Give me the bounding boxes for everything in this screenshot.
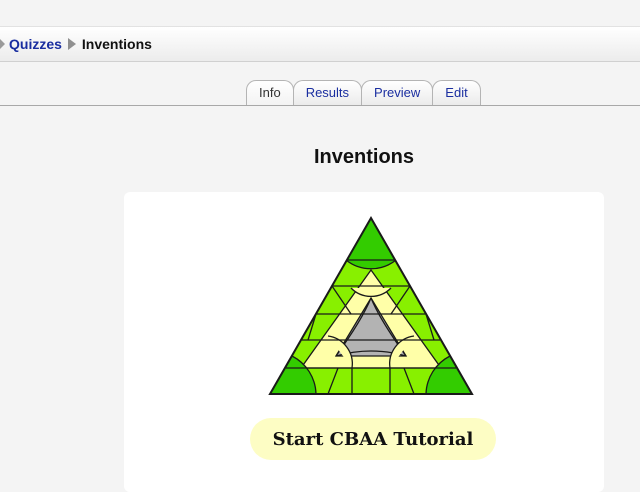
tab-info[interactable]: Info bbox=[246, 80, 294, 105]
breadcrumb-separator-icon bbox=[67, 38, 76, 50]
tab-bar: Info Results Preview Edit bbox=[0, 80, 640, 106]
triangle-logo-icon bbox=[268, 216, 474, 395]
start-tutorial-button[interactable]: Start CBAA Tutorial bbox=[250, 418, 496, 460]
navigation-bar: Quizzes Inventions bbox=[0, 26, 640, 62]
tab-preview[interactable]: Preview bbox=[361, 80, 434, 105]
page-title: Inventions bbox=[313, 146, 414, 168]
breadcrumb-current: Inventions bbox=[81, 36, 152, 52]
tab-edit[interactable]: Edit bbox=[432, 80, 481, 105]
breadcrumb-arrow-icon bbox=[0, 39, 5, 49]
tab-results[interactable]: Results bbox=[292, 80, 363, 105]
content-panel: Start CBAA Tutorial bbox=[124, 192, 604, 492]
breadcrumb-quizzes-link[interactable]: Quizzes bbox=[9, 36, 62, 52]
